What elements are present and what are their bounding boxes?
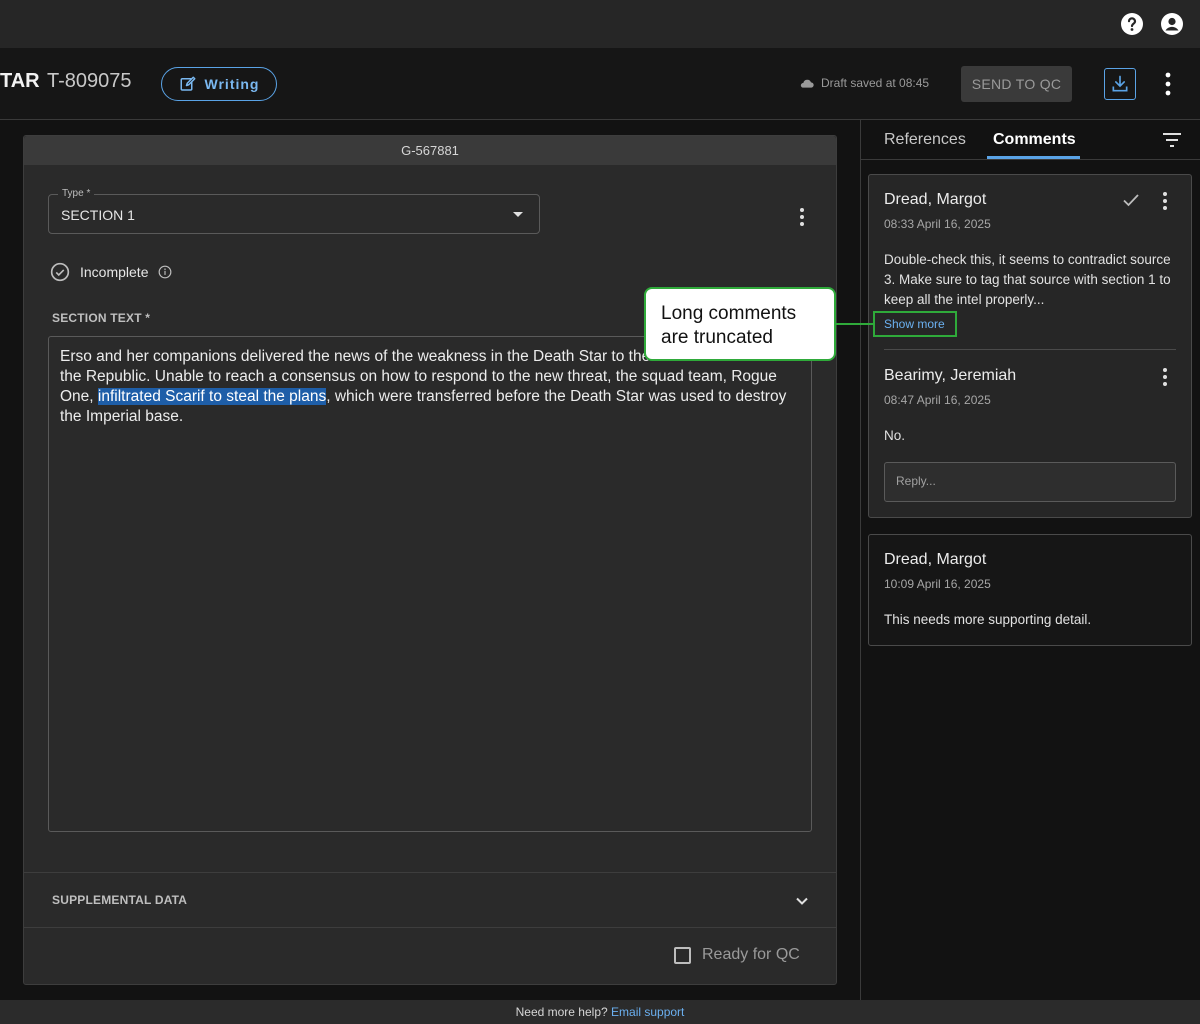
ready-label: Ready for QC bbox=[702, 946, 800, 963]
panel-tabs: References Comments bbox=[861, 120, 1200, 160]
comment-time: 10:09 April 16, 2025 bbox=[884, 577, 991, 591]
draft-status: Draft saved at 08:45 bbox=[799, 76, 929, 90]
selected-text: infiltrated Scarif to steal the plans bbox=[97, 388, 327, 405]
ticket-id: T-809075 bbox=[47, 70, 132, 92]
checkbox-box bbox=[674, 946, 691, 964]
writing-status-button[interactable]: Writing bbox=[161, 67, 277, 101]
footer: Need more help? Email support bbox=[0, 1000, 1200, 1024]
resolve-check-icon[interactable] bbox=[1122, 192, 1140, 208]
ready-for-qc-checkbox[interactable]: Ready for QC bbox=[674, 946, 800, 964]
project-code: TAR bbox=[0, 70, 40, 92]
section-id: G-567881 bbox=[24, 136, 836, 165]
check-circle-icon bbox=[50, 262, 70, 282]
info-icon[interactable] bbox=[158, 265, 172, 279]
comment-author: Dread, Margot bbox=[884, 551, 987, 568]
page-header: TAR T-809075 Writing Draft saved at 08:4… bbox=[0, 48, 1200, 120]
section-text-label: SECTION TEXT * bbox=[52, 311, 151, 325]
filter-icon[interactable] bbox=[1162, 132, 1182, 148]
callout-highlight-box bbox=[873, 311, 957, 337]
callout-connector bbox=[836, 323, 874, 325]
status-text: Incomplete bbox=[80, 264, 149, 280]
tab-comments[interactable]: Comments bbox=[993, 131, 1076, 149]
supplemental-data-toggle[interactable]: SUPPLEMENTAL DATA bbox=[24, 872, 836, 928]
caret-down-icon bbox=[513, 212, 523, 217]
more-vert-icon[interactable] bbox=[1161, 191, 1169, 211]
resolved-comment: Dread, Margot 10:09 April 16, 2025 This … bbox=[868, 534, 1192, 646]
draft-text: Draft saved at 08:45 bbox=[821, 76, 930, 90]
annotation-callout: Long comments are truncated bbox=[644, 287, 836, 361]
more-vert-icon[interactable] bbox=[1156, 70, 1180, 98]
email-support-link[interactable]: Email support bbox=[611, 1005, 684, 1019]
chevron-down-icon bbox=[796, 897, 808, 905]
completion-status[interactable]: Incomplete bbox=[50, 262, 172, 282]
type-select[interactable]: Type * SECTION 1 bbox=[48, 188, 540, 234]
top-app-bar bbox=[0, 0, 1200, 48]
tab-references[interactable]: References bbox=[884, 131, 966, 149]
status-label: Writing bbox=[204, 76, 260, 92]
footer-text: Need more help? bbox=[515, 1005, 608, 1019]
account-circle-icon[interactable] bbox=[1160, 12, 1184, 36]
more-vert-icon[interactable] bbox=[1161, 367, 1169, 387]
comment-text: Double-check this, it seems to contradic… bbox=[884, 252, 1171, 307]
comment-text: No. bbox=[884, 428, 906, 443]
comment-time: 08:33 April 16, 2025 bbox=[884, 217, 991, 231]
edit-icon bbox=[180, 76, 196, 91]
comment-author: Bearimy, Jeremiah bbox=[884, 367, 1017, 384]
help-circle-icon[interactable] bbox=[1120, 12, 1144, 36]
reply-input[interactable]: Reply... bbox=[884, 462, 1176, 502]
comment-time: 08:47 April 16, 2025 bbox=[884, 393, 991, 407]
type-label: Type * bbox=[58, 188, 95, 199]
type-value: SECTION 1 bbox=[61, 207, 135, 223]
more-vert-icon[interactable] bbox=[792, 206, 812, 228]
section-editor: G-567881 Type * SECTION 1 Incomplete SEC… bbox=[23, 135, 837, 985]
download-icon bbox=[1112, 75, 1128, 92]
section-text-field[interactable]: Erso and her companions delivered the ne… bbox=[48, 336, 812, 832]
comment-text: This needs more supporting detail. bbox=[884, 612, 1092, 627]
active-tab-indicator bbox=[987, 156, 1080, 159]
cloud-icon bbox=[800, 79, 814, 88]
send-to-qc-button[interactable]: SEND TO QC bbox=[961, 66, 1072, 102]
divider bbox=[884, 349, 1176, 350]
comment-author: Dread, Margot bbox=[884, 191, 987, 208]
comment-thread: Dread, Margot 08:33 April 16, 2025 Doubl… bbox=[868, 174, 1192, 518]
panel-divider bbox=[860, 120, 861, 1000]
supplemental-label: SUPPLEMENTAL DATA bbox=[52, 893, 188, 907]
download-button[interactable] bbox=[1104, 68, 1136, 100]
